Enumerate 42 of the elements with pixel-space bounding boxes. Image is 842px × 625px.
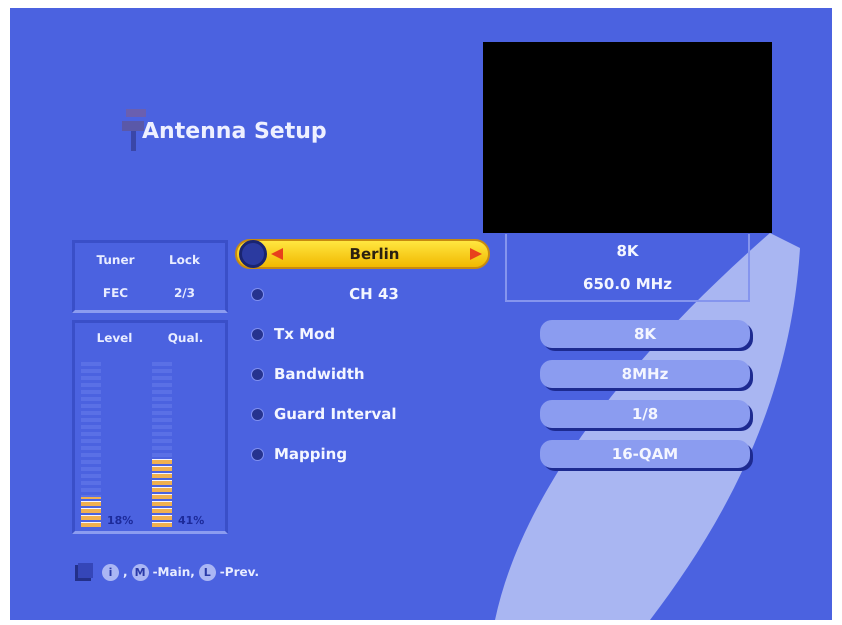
meter-label: Level	[96, 331, 134, 345]
menu-label: Guard Interval	[274, 405, 397, 423]
bullet-icon	[251, 368, 264, 380]
menu-label: Tx Mod	[274, 325, 336, 343]
bullet-icon	[251, 328, 264, 340]
bullet-icon	[251, 288, 264, 300]
right-arrow-icon	[470, 248, 482, 260]
value-field[interactable]: 8MHz	[540, 360, 750, 388]
key-badge: M	[132, 564, 149, 580]
key-badge: L	[198, 564, 216, 580]
tuner-status: Lock	[168, 252, 201, 267]
bullet-icon	[251, 408, 264, 420]
meter-label: Qual.	[166, 331, 204, 345]
menu-label: Berlin	[348, 245, 400, 263]
value-field[interactable]: 16-QAM	[540, 440, 750, 468]
left-arrow-icon	[271, 248, 283, 260]
menu-row[interactable]: Bandwidth	[235, 359, 490, 389]
meter-reading: 18%	[107, 514, 134, 527]
menu-row[interactable]: Mapping	[235, 439, 490, 469]
value-field[interactable]: 1/8	[540, 400, 750, 428]
selected-menu-row[interactable]: Berlin	[235, 239, 490, 269]
meter-reading: 41%	[178, 514, 204, 527]
help-icon	[74, 562, 94, 582]
screen-title: Antenna Setup	[142, 118, 327, 144]
hint-text: -Prev.	[220, 565, 260, 579]
bullet-icon	[251, 448, 264, 460]
menu-row[interactable]: Tx Mod	[235, 319, 490, 349]
hint-text: -Main,	[152, 565, 195, 579]
menu-label: Mapping	[274, 445, 348, 463]
fec-value: 2/3	[172, 286, 196, 300]
menu-row[interactable]: Guard Interval	[235, 399, 490, 429]
value-field[interactable]: 8K	[540, 320, 750, 348]
info-text: 8K	[616, 242, 639, 260]
tuner-label: Tuner	[95, 252, 136, 267]
menu-label: CH 43	[348, 285, 400, 303]
fec-label: FEC	[102, 286, 130, 300]
hint-text: ,	[123, 565, 128, 579]
bullet-icon	[239, 240, 267, 268]
info-text: 650.0 MHz	[583, 274, 672, 292]
menu-row[interactable]: CH 43	[235, 279, 490, 309]
menu-label: Bandwidth	[274, 365, 365, 383]
key-badge: i	[102, 564, 119, 580]
